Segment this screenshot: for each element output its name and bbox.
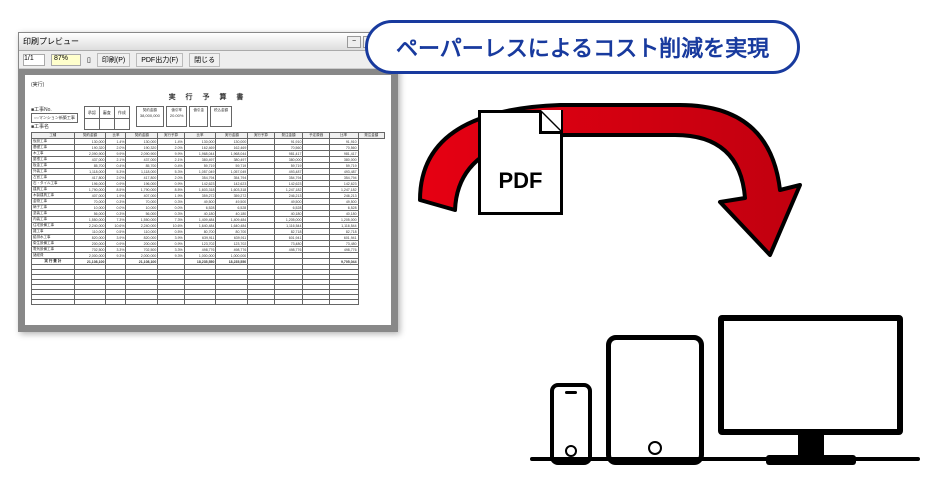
print-button[interactable]: 印刷(P) [97,53,130,67]
close-button[interactable]: 閉じる [189,53,220,67]
page-indicator[interactable]: 1/1 [23,54,45,66]
budget-table: 工種契約金額比率契約金額実行予算比率実行金額実行予算発注金額予定原価比率発注金額… [31,132,385,305]
summary-row: 契約金額38,000,000 値引率20.00% 値引金 税込金額 [136,106,232,127]
tablet-icon [606,335,704,465]
toolbar: 1/1 87% ▯ 印刷(P) PDF出力(F) 閉じる [19,51,397,69]
smartphone-icon [550,383,592,465]
doc-heading-prefix: (実行) [31,81,385,88]
monitor-icon [718,315,903,465]
pdf-export-button[interactable]: PDF出力(F) [136,53,183,67]
window-title: 印刷プレビュー [23,36,347,47]
zoom-field[interactable]: 87% [51,54,81,66]
window-titlebar[interactable]: 印刷プレビュー − □ × [19,33,397,51]
pdf-file-icon: PDF [478,110,563,215]
zoom-slider[interactable]: ▯ [87,56,91,64]
approval-stamps: 承認 審査 作成 [84,106,130,130]
budget-document: (実行) 実 行 予 算 書 ■工事No. ○○マンション新築工事 ■工事名 承… [25,75,391,325]
client-label: ■工事名 [31,124,49,130]
pdf-label: PDF [481,168,560,194]
devices-group [550,275,910,465]
document-viewport[interactable]: (実行) 実 行 予 算 書 ■工事No. ○○マンション新築工事 ■工事名 承… [19,69,397,331]
site-name: ○○マンション新築工事 [34,115,75,120]
callout-bubble: ペーパーレスによるコスト削減を実現 [365,20,800,74]
preview-window: 印刷プレビュー − □ × 1/1 87% ▯ 印刷(P) PDF出力(F) 閉… [18,32,398,332]
callout-text: ペーパーレスによるコスト削減を実現 [396,36,769,61]
doc-title: 実 行 予 算 書 [31,92,385,102]
ground-line [530,457,920,461]
minimize-icon[interactable]: − [347,36,361,48]
site-label: ■工事No. [31,107,52,113]
